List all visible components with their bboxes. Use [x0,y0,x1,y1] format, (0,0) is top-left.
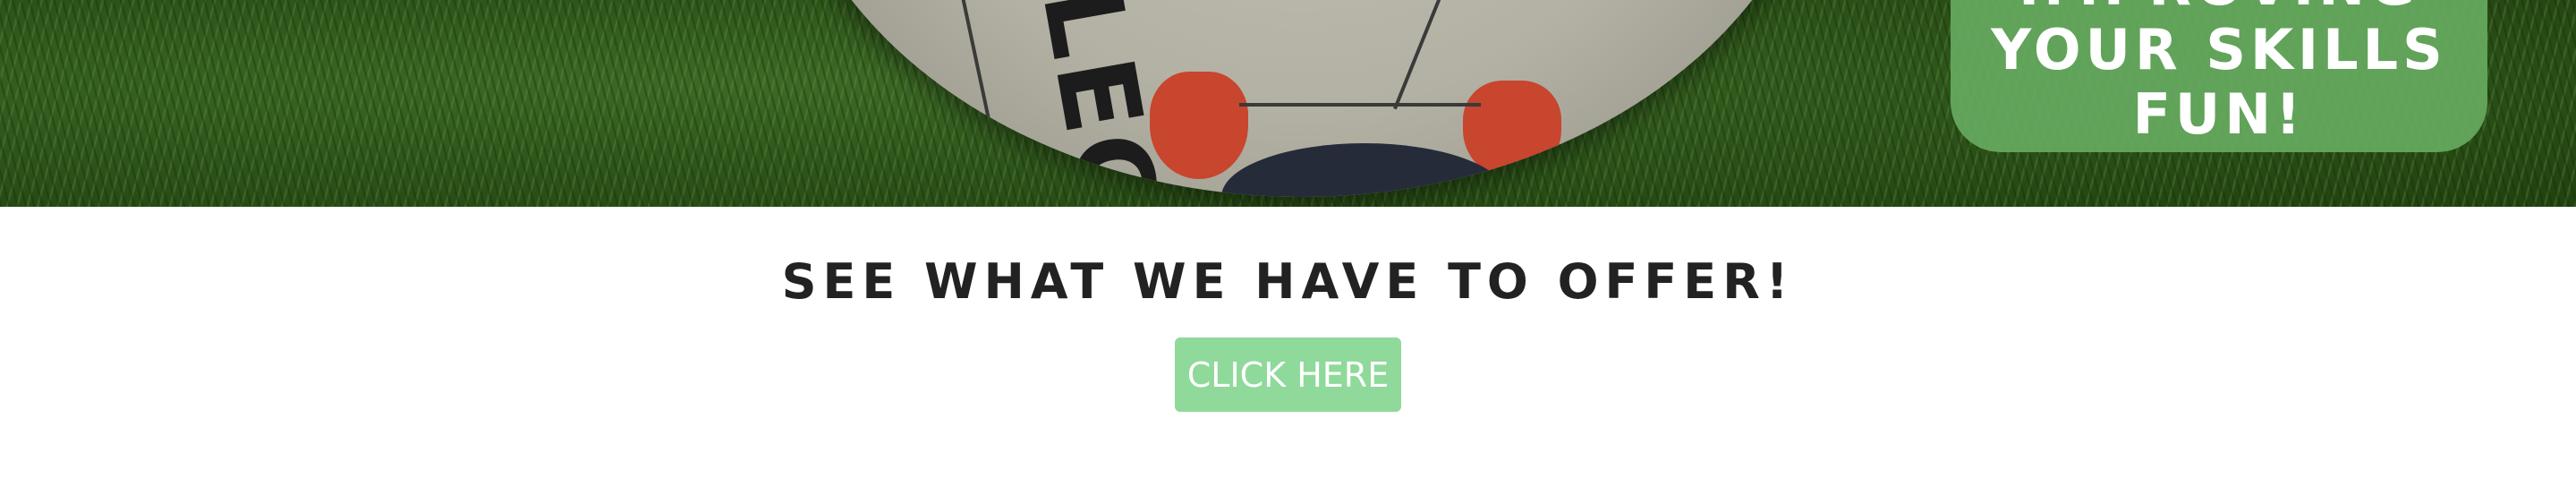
click-here-button[interactable]: CLICK HERE [1175,337,1401,412]
hero-banner: SELECT IMPROVING YOUR SKILLS FUN! [0,0,2576,207]
offer-heading: SEE WHAT WE HAVE TO OFFER! [781,253,1795,310]
promo-line: FUN! [2132,81,2306,147]
promo-line: YOUR SKILLS [1991,17,2447,82]
soccer-ball-image: SELECT [774,0,1830,197]
promo-banner: IMPROVING YOUR SKILLS FUN! [1951,0,2487,152]
promo-line: IMPROVING [1951,0,2487,18]
